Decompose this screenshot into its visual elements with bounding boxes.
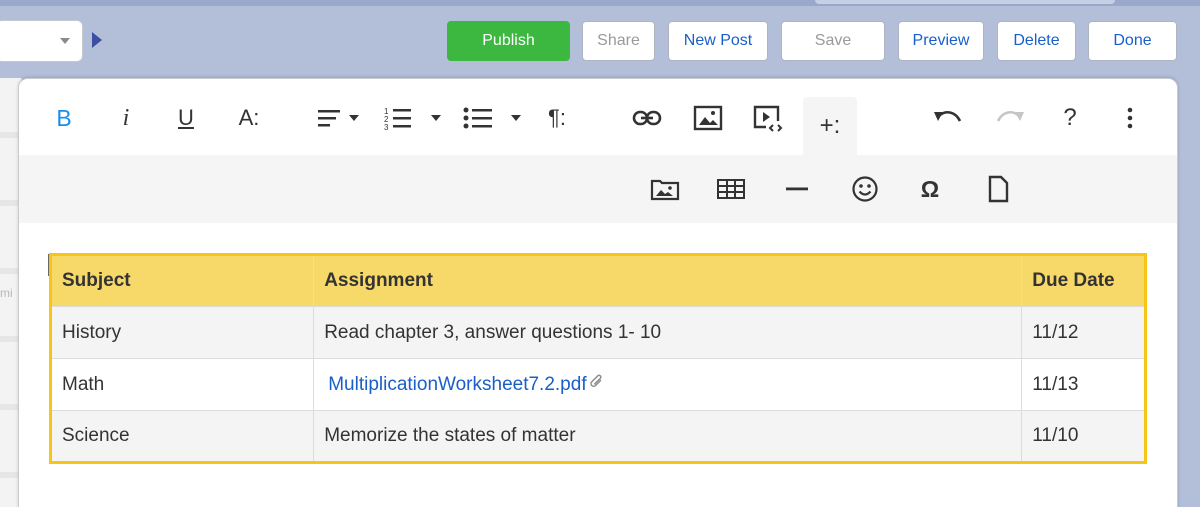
table-cell[interactable]: 11/13 [1021, 358, 1146, 411]
table-cell[interactable]: MultiplicationWorksheet7.2.pdf [313, 358, 1023, 411]
table-cell[interactable]: 11/10 [1021, 410, 1146, 463]
font-size-icon[interactable]: A: [229, 101, 269, 135]
table-cell[interactable]: Read chapter 3, answer questions 1- 10 [313, 306, 1023, 359]
top-strip [0, 0, 1200, 6]
table-cell[interactable]: History [49, 306, 315, 359]
secondary-toolbar: Ω [19, 155, 1177, 223]
image-icon[interactable] [691, 101, 725, 135]
paragraph-format-icon[interactable]: ¶: [537, 101, 577, 135]
insert-file-icon[interactable] [981, 173, 1015, 205]
horizontal-line-icon[interactable] [781, 173, 815, 205]
table-cell[interactable]: Math [49, 358, 315, 411]
more-insert-icon[interactable]: +: [803, 97, 857, 155]
special-character-icon[interactable]: Ω [913, 173, 947, 205]
bold-icon[interactable]: B [47, 101, 81, 135]
expand-arrow-icon[interactable] [92, 32, 102, 48]
delete-button[interactable]: Delete [997, 21, 1076, 61]
undo-icon[interactable] [931, 103, 965, 133]
table-row: History Read chapter 3, answer questions… [49, 306, 1146, 359]
table-row: Science Memorize the states of matter 11… [49, 410, 1146, 463]
save-button[interactable]: Save [781, 21, 885, 61]
svg-text:3: 3 [384, 123, 389, 131]
table-cell[interactable]: 11/12 [1021, 306, 1146, 359]
attachment-link[interactable]: MultiplicationWorksheet7.2.pdf [328, 374, 586, 395]
primary-toolbar: B i U A: 123 ¶: +: ? [19, 79, 1177, 155]
insert-table-icon[interactable] [713, 173, 749, 205]
assignments-table[interactable]: Subject Assignment Due Date History Read… [49, 253, 1147, 464]
redo-icon [993, 103, 1027, 133]
italic-icon[interactable]: i [109, 101, 143, 135]
column-header[interactable]: Due Date [1021, 254, 1146, 307]
unordered-list-icon[interactable] [459, 103, 523, 133]
video-icon[interactable] [751, 101, 785, 137]
post-dropdown[interactable] [0, 20, 83, 62]
help-icon[interactable]: ? [1055, 101, 1085, 135]
preview-button[interactable]: Preview [898, 21, 984, 61]
new-post-button[interactable]: New Post [668, 21, 768, 61]
table-cell[interactable]: Science [49, 410, 315, 463]
done-button[interactable]: Done [1088, 21, 1177, 61]
column-header[interactable]: Subject [49, 254, 315, 307]
publish-button[interactable]: Publish [447, 21, 570, 61]
share-button[interactable]: Share [582, 21, 655, 61]
ordered-list-icon[interactable]: 123 [381, 103, 445, 133]
side-partial-label: mi [0, 286, 13, 300]
column-header[interactable]: Assignment [313, 254, 1023, 307]
rich-text-editor: B i U A: 123 ¶: +: ? Ω Subject Assignmen… [18, 78, 1178, 507]
more-options-icon[interactable] [1117, 103, 1143, 133]
table-header-row: Subject Assignment Due Date [49, 254, 1146, 307]
emoticon-icon[interactable] [847, 173, 883, 205]
chevron-down-icon [60, 38, 70, 44]
table-cell[interactable]: Memorize the states of matter [313, 410, 1023, 463]
underline-icon[interactable]: U [169, 101, 203, 135]
link-icon[interactable] [629, 103, 665, 133]
paperclip-icon [588, 373, 606, 397]
insert-file-image-icon[interactable] [647, 173, 683, 205]
top-notch [815, 0, 1115, 4]
align-icon[interactable] [315, 103, 365, 133]
table-row: Math MultiplicationWorksheet7.2.pdf 11/1… [49, 358, 1146, 411]
